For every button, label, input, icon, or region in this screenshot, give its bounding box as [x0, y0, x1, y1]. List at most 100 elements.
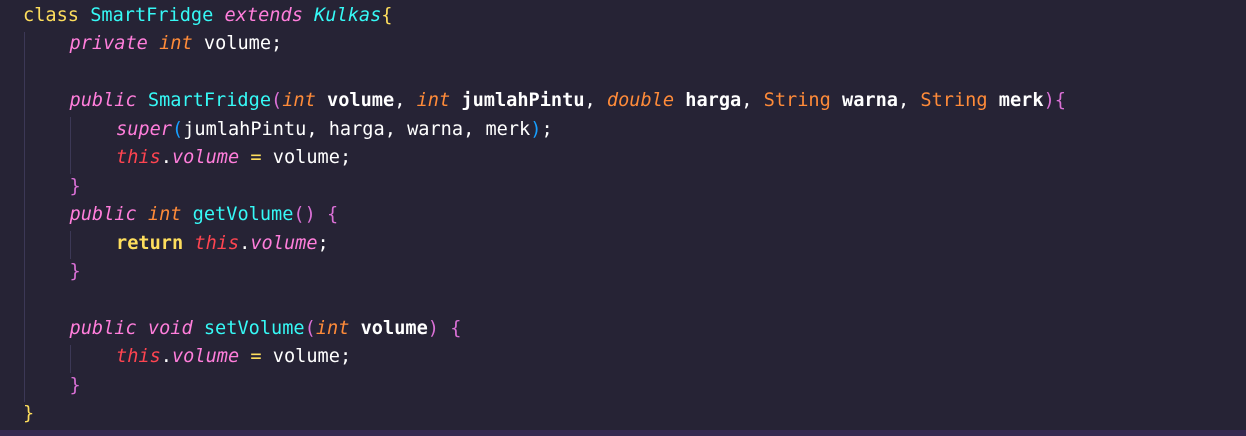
code-token: , — [384, 118, 408, 140]
code-line[interactable]: super(jumlahPintu, harga, warna, merk); — [0, 116, 1246, 144]
code-line[interactable]: return this.volume; — [0, 230, 1246, 258]
code-token: { — [327, 204, 339, 226]
code-line-text: public void setVolume(int volume) { — [70, 315, 462, 343]
code-line[interactable]: public int getVolume() { — [0, 201, 1246, 229]
code-line-text: } — [23, 400, 34, 428]
code-token: volume — [171, 346, 240, 368]
code-token: } — [23, 403, 35, 425]
code-line[interactable]: this.volume = volume; — [0, 144, 1246, 172]
code-token: = — [250, 346, 262, 368]
code-token: ) — [427, 317, 439, 339]
code-line-text: this.volume = volume; — [116, 144, 351, 172]
code-token: volume — [327, 90, 395, 112]
code-token: int — [159, 33, 193, 55]
code-token: } — [69, 374, 81, 396]
code-token: { — [450, 317, 462, 339]
code-token: ) — [530, 118, 542, 140]
code-line[interactable]: } — [0, 258, 1246, 286]
code-line[interactable] — [0, 59, 1246, 87]
code-token: ; — [339, 346, 352, 368]
code-token: , — [584, 90, 607, 112]
code-token: void — [147, 317, 193, 339]
editor-bottom-edge — [0, 430, 1246, 436]
code-line[interactable]: private int volume; — [0, 30, 1246, 58]
code-token: volume — [203, 33, 272, 55]
code-line[interactable]: this.volume = volume; — [0, 343, 1246, 371]
code-line-text: } — [70, 173, 81, 201]
code-token: , — [306, 118, 329, 140]
code-token: warna — [842, 90, 899, 112]
code-token: } — [69, 175, 81, 197]
code-line-text: super(jumlahPintu, harga, warna, merk); — [116, 116, 553, 144]
code-line-text: private int volume; — [70, 30, 283, 58]
code-token: SmartFridge — [147, 90, 272, 112]
code-token: jumlahPintu — [461, 90, 585, 112]
code-token: merk — [998, 90, 1044, 112]
code-token: int — [315, 317, 350, 339]
code-line[interactable]: } — [0, 372, 1246, 400]
code-line-text: class SmartFridge extends Kulkas{ — [23, 2, 392, 30]
code-token: this — [116, 147, 161, 169]
code-token: SmartFridge — [90, 5, 214, 26]
code-line-text: public SmartFridge(int volume, int jumla… — [70, 87, 1066, 115]
code-line[interactable]: } — [0, 173, 1246, 201]
code-line[interactable]: } — [0, 400, 1246, 428]
code-token: , — [463, 118, 486, 140]
code-line[interactable]: public SmartFridge(int volume, int jumla… — [0, 87, 1246, 115]
code-token: warna — [407, 118, 464, 140]
code-token: this — [194, 232, 240, 254]
code-token: volume — [171, 147, 240, 169]
code-token: public — [69, 317, 137, 339]
code-line-text: this.volume = volume; — [116, 343, 351, 371]
code-line[interactable] — [0, 287, 1246, 315]
code-token: harga — [328, 118, 385, 140]
code-token: volume — [250, 232, 318, 254]
code-token: { — [381, 5, 393, 26]
code-token: double — [606, 90, 675, 112]
code-token: String — [763, 90, 831, 112]
code-token: int — [416, 90, 451, 112]
code-line-text: } — [70, 372, 81, 400]
code-token: extends — [224, 5, 303, 26]
code-token: , — [394, 90, 417, 112]
code-line-text: } — [70, 258, 81, 286]
code-token: , — [741, 90, 764, 112]
code-token: , — [898, 90, 921, 112]
code-token: class — [23, 5, 79, 26]
code-token: } — [69, 261, 81, 283]
code-token: ( — [304, 317, 316, 339]
code-token: int — [147, 204, 182, 226]
code-token: setVolume — [203, 317, 305, 339]
code-token: return — [116, 232, 184, 254]
code-token: ; — [271, 33, 283, 55]
code-editor[interactable]: class SmartFridge extends Kulkas{private… — [0, 0, 1246, 436]
code-token: getVolume — [192, 204, 294, 226]
code-token: () — [293, 204, 316, 226]
code-line[interactable]: class SmartFridge extends Kulkas{ — [0, 2, 1246, 30]
code-line[interactable]: public void setVolume(int volume) { — [0, 315, 1246, 343]
code-token: { — [1054, 90, 1066, 112]
code-token: public — [69, 204, 137, 226]
code-token: jumlahPintu — [183, 118, 307, 140]
code-token: private — [69, 33, 148, 55]
